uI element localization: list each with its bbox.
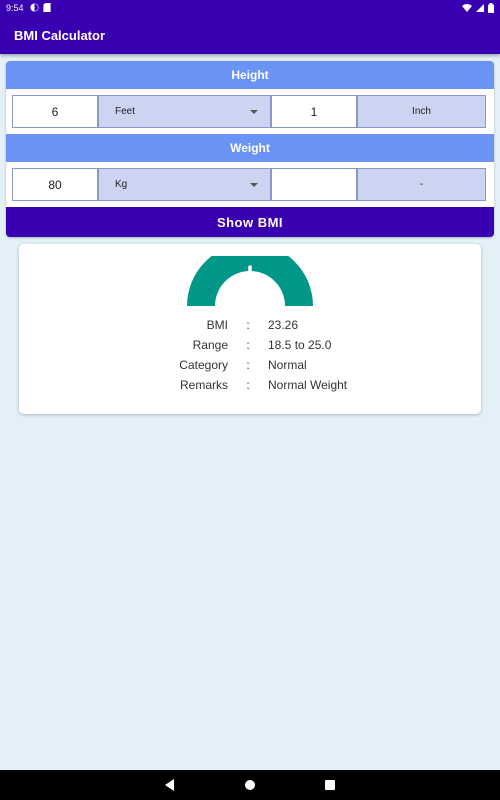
- sim-card-icon: [42, 2, 51, 14]
- status-right-icons: [462, 3, 494, 13]
- weight-header: Weight: [6, 134, 494, 162]
- weight-unit-label: Kg: [115, 179, 128, 190]
- back-icon[interactable]: [165, 779, 174, 791]
- result-table: BMI : 23.26 Range : 18.5 to 25.0 Categor…: [19, 315, 481, 395]
- weight-row: 80 Kg -: [6, 162, 494, 207]
- app-title: BMI Calculator: [14, 27, 106, 43]
- height-secondary-unit: Inch: [357, 95, 486, 128]
- navigation-bar: [0, 770, 500, 800]
- weight-secondary-unit: -: [357, 168, 486, 201]
- bmi-gauge: [187, 256, 313, 306]
- height-inch-input[interactable]: 1: [271, 95, 357, 128]
- app-bar: BMI Calculator: [0, 16, 500, 54]
- dropdown-arrow-icon: [250, 182, 258, 187]
- height-feet-input[interactable]: 6: [12, 95, 98, 128]
- weight-input[interactable]: 80: [12, 168, 98, 201]
- weight-secondary-input[interactable]: [271, 168, 357, 201]
- status-time: 9:54: [6, 3, 24, 13]
- battery-icon: [488, 3, 494, 13]
- height-unit-dropdown[interactable]: Feet: [98, 95, 271, 128]
- wifi-icon: [462, 4, 472, 12]
- height-unit-label: Feet: [115, 106, 136, 117]
- height-header: Height: [6, 61, 494, 89]
- input-card: Height 6 Feet 1 Inch Weight 80 Kg - Show…: [6, 61, 494, 237]
- result-row-remarks: Remarks : Normal Weight: [179, 378, 348, 392]
- weight-unit-dropdown[interactable]: Kg: [98, 168, 271, 201]
- recent-apps-icon[interactable]: [325, 780, 335, 790]
- status-bar: 9:54: [0, 0, 500, 16]
- show-bmi-button[interactable]: Show BMI: [6, 207, 494, 237]
- weight-header-label: Weight: [230, 141, 270, 155]
- dropdown-arrow-icon: [250, 109, 258, 114]
- signal-icon: [476, 4, 484, 12]
- result-row-bmi: BMI : 23.26: [206, 318, 299, 332]
- height-header-label: Height: [231, 68, 269, 82]
- app-notification-icon: [29, 2, 39, 14]
- result-row-range: Range : 18.5 to 25.0: [192, 338, 332, 352]
- home-icon[interactable]: [245, 780, 255, 790]
- result-card: BMI : 23.26 Range : 18.5 to 25.0 Categor…: [19, 244, 481, 414]
- result-row-category: Category : Normal: [179, 358, 307, 372]
- height-row: 6 Feet 1 Inch: [6, 89, 494, 134]
